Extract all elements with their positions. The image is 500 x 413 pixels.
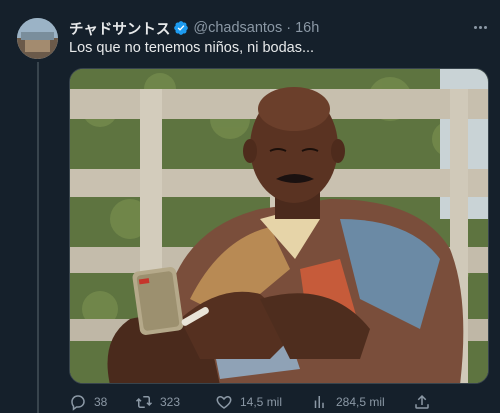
retweet-count: 323 xyxy=(160,395,181,409)
reply-icon xyxy=(69,393,87,411)
thread-line xyxy=(37,62,39,413)
share-icon xyxy=(413,393,431,411)
tweet-image[interactable] xyxy=(69,68,489,384)
share-button[interactable] xyxy=(413,392,431,412)
avatar[interactable] xyxy=(17,18,58,59)
more-options-icon[interactable] xyxy=(469,16,491,38)
views-button[interactable]: 284,5 mil xyxy=(311,392,385,412)
tweet-text: Los que no tenemos niños, ni bodas... xyxy=(69,40,315,56)
retweet-button[interactable]: 323 xyxy=(135,392,180,412)
reply-button[interactable]: 38 xyxy=(69,392,107,412)
analytics-bars-icon xyxy=(311,393,329,411)
display-name[interactable]: チャドサントス xyxy=(69,18,170,39)
like-count: 14,5 mil xyxy=(240,395,283,409)
separator-dot: · xyxy=(286,20,292,36)
handle[interactable]: @chadsantos xyxy=(193,20,282,36)
retweet-icon xyxy=(135,393,153,411)
tweet[interactable]: チャドサントス @chadsantos · 16h Los que no ten… xyxy=(0,0,500,413)
heart-icon xyxy=(215,393,233,411)
verified-badge-icon xyxy=(173,20,189,36)
views-count: 284,5 mil xyxy=(336,395,385,409)
tweet-header: チャドサントス @chadsantos · 16h xyxy=(69,18,319,38)
timestamp[interactable]: 16h xyxy=(295,20,319,36)
action-bar: 38 323 14,5 mil 284,5 mil xyxy=(69,392,489,412)
like-button[interactable]: 14,5 mil xyxy=(215,392,282,412)
reply-count: 38 xyxy=(94,395,108,409)
